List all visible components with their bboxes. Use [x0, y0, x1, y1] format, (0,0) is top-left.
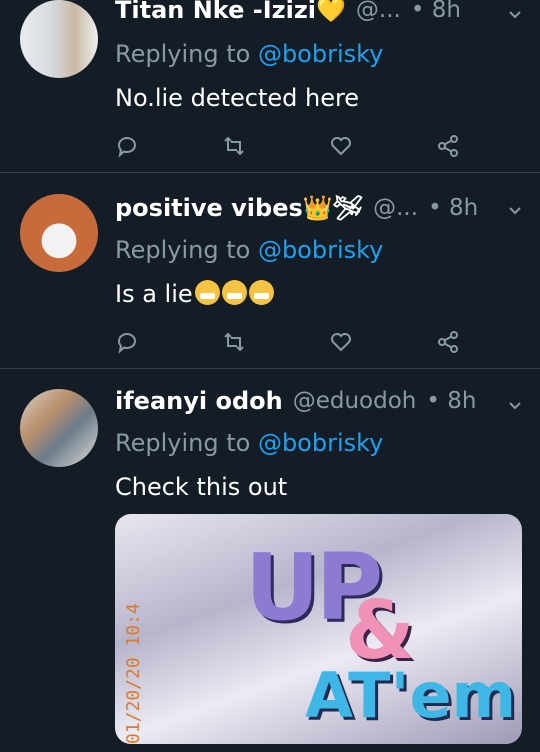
media-title-sub: AT'em — [305, 659, 517, 732]
author-name[interactable]: Titan Nke -Izizi💛 — [115, 0, 346, 24]
like-icon[interactable] — [329, 134, 353, 158]
reply-icon[interactable] — [115, 134, 139, 158]
tweet-text: No.lie detected here — [115, 84, 360, 112]
share-icon[interactable] — [436, 134, 460, 158]
author-name[interactable]: positive vibes👑🛩 — [115, 194, 363, 222]
reply-icon[interactable] — [115, 330, 139, 354]
reply-mention-link[interactable]: @bobrisky — [258, 429, 383, 457]
replying-to: Replying to @bobrisky — [115, 40, 384, 68]
chevron-down-icon[interactable] — [508, 8, 522, 22]
author-handle[interactable]: @... — [356, 0, 401, 23]
timestamp: • 8h — [410, 0, 461, 23]
timestamp: • 8h — [426, 388, 477, 414]
replying-to: Replying to @bobrisky — [115, 429, 384, 457]
chevron-down-icon[interactable] — [508, 204, 522, 218]
retweet-icon[interactable] — [222, 330, 246, 354]
author-name[interactable]: ifeanyi odoh — [115, 387, 283, 415]
chevron-down-icon[interactable] — [508, 399, 522, 413]
tweet-media-image[interactable]: 01/20/20 10:4 UP & AT'em — [115, 514, 522, 744]
reply-mention-link[interactable]: @bobrisky — [258, 40, 383, 68]
action-bar — [115, 134, 460, 158]
author-handle[interactable]: @eduodoh — [293, 388, 417, 414]
grin-emoji-icon — [221, 280, 247, 305]
grin-emoji-icon — [248, 280, 274, 305]
reply-mention-link[interactable]: @bobrisky — [258, 236, 383, 264]
like-icon[interactable] — [329, 330, 353, 354]
timestamp: • 8h — [428, 195, 479, 221]
tweet-text: Is a lie — [115, 280, 274, 308]
tweet[interactable]: positive vibes👑🛩 @... • 8h Replying to @… — [0, 172, 540, 369]
tweet-text: Check this out — [115, 473, 288, 501]
action-bar — [115, 330, 460, 354]
replying-to: Replying to @bobrisky — [115, 236, 384, 264]
avatar[interactable] — [20, 0, 98, 78]
author-handle[interactable]: @... — [373, 195, 418, 221]
avatar[interactable] — [20, 389, 98, 467]
share-icon[interactable] — [436, 330, 460, 354]
tweet[interactable]: Titan Nke -Izizi💛 @... • 8h Replying to … — [0, 0, 540, 173]
photo-date-stamp: 01/20/20 10:4 — [123, 603, 144, 744]
avatar[interactable] — [20, 194, 98, 272]
grin-emoji-icon — [194, 280, 220, 305]
retweet-icon[interactable] — [222, 134, 246, 158]
